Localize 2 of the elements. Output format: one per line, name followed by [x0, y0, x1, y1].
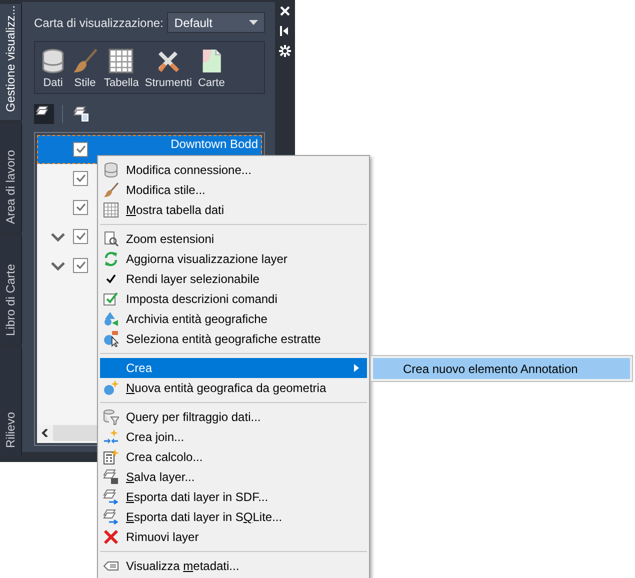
layer-name: Downtown Bodd [170, 136, 259, 150]
map-label: Carta di visualizzazione: [34, 16, 164, 30]
